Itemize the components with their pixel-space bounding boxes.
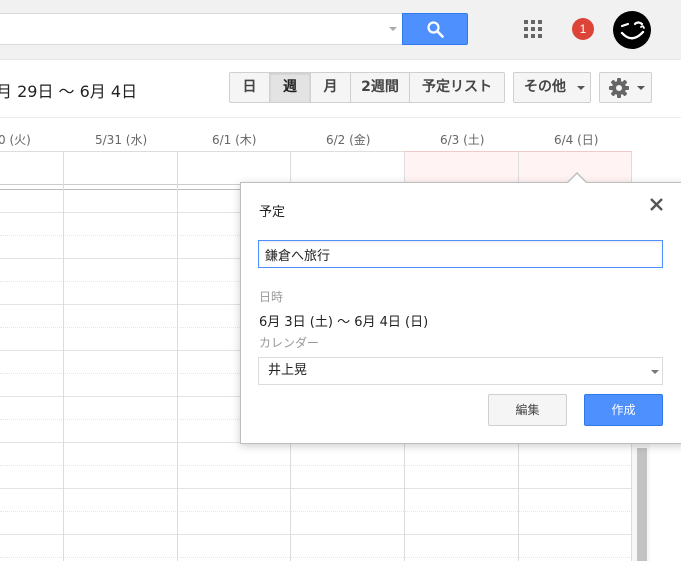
- event-title-input[interactable]: [258, 240, 663, 268]
- view-agenda-button[interactable]: 予定リスト: [409, 72, 505, 103]
- scrollbar-thumb[interactable]: [637, 448, 647, 561]
- search-button[interactable]: [402, 13, 468, 45]
- top-bar: 1: [0, 0, 681, 60]
- chevron-down-icon: [651, 370, 659, 374]
- day-header-thu[interactable]: 6/1 (木): [212, 131, 257, 148]
- day-header-tue[interactable]: 0 (火): [0, 131, 31, 148]
- search-options-dropdown-icon[interactable]: [389, 27, 397, 31]
- settings-button[interactable]: [599, 72, 652, 103]
- gear-icon: [609, 78, 629, 98]
- day-header-wed[interactable]: 5/31 (水): [95, 131, 147, 148]
- view-two-weeks-button[interactable]: 2週間: [350, 72, 410, 103]
- search-icon: [427, 21, 444, 38]
- chevron-down-icon: [577, 86, 585, 90]
- notification-badge[interactable]: 1: [572, 18, 594, 40]
- calendar-select-value: 井上晃: [268, 363, 308, 378]
- dialog-title: 予定: [259, 205, 286, 220]
- day-header-fri[interactable]: 6/2 (金): [326, 131, 371, 148]
- day-header-sun[interactable]: 6/4 (日): [554, 131, 599, 148]
- datetime-value: 6月 3日 (土) ～ 6月 4日 (日): [259, 315, 429, 330]
- view-week-button[interactable]: 週: [269, 72, 311, 103]
- calendar-select[interactable]: 井上晃: [258, 357, 663, 385]
- date-range-title: 月 29日 ～ 6月 4日: [0, 82, 138, 101]
- winking-face-icon: [620, 21, 645, 40]
- search-input[interactable]: [0, 13, 403, 45]
- apps-grid-icon[interactable]: [524, 20, 542, 38]
- datetime-label: 日時: [259, 290, 284, 304]
- create-button[interactable]: 作成: [584, 394, 663, 426]
- more-button-label: その他: [524, 79, 566, 95]
- view-month-button[interactable]: 月: [310, 72, 351, 103]
- edit-button[interactable]: 編集: [488, 394, 567, 426]
- avatar[interactable]: [613, 11, 651, 49]
- close-icon[interactable]: [646, 194, 668, 216]
- calendar-label: カレンダー: [259, 336, 320, 350]
- chevron-down-icon: [637, 86, 645, 90]
- more-button[interactable]: その他: [513, 72, 591, 103]
- day-header-sat[interactable]: 6/3 (土): [440, 131, 485, 148]
- view-day-button[interactable]: 日: [229, 72, 270, 103]
